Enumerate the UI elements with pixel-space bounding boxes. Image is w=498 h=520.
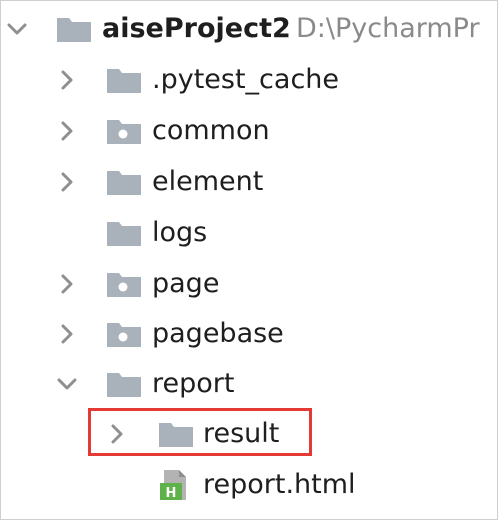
tree-item-label: logs	[152, 217, 208, 248]
package-folder-icon	[106, 320, 142, 348]
tree-item-report[interactable]: report	[0, 359, 498, 409]
tree-item-page[interactable]: page	[0, 259, 498, 309]
svg-text:H: H	[166, 486, 177, 501]
chevron-down-icon[interactable]	[56, 373, 78, 395]
tree-item-label: .pytest_cache	[152, 64, 340, 95]
tree-item-element[interactable]: element	[0, 157, 498, 207]
chevron-right-icon[interactable]	[56, 171, 78, 193]
folder-icon	[106, 168, 142, 196]
project-name: aiseProject2	[102, 13, 291, 44]
highlight-box	[88, 408, 312, 456]
tree-item-label: element	[152, 166, 264, 197]
tree-item-pytest-cache[interactable]: .pytest_cache	[0, 55, 498, 105]
project-path: D:\PycharmPr	[296, 13, 480, 44]
html-file-icon: H	[158, 468, 192, 502]
folder-icon	[106, 66, 142, 94]
chevron-right-icon[interactable]	[56, 323, 78, 345]
folder-icon	[56, 15, 92, 43]
chevron-down-icon[interactable]	[6, 18, 28, 40]
package-folder-icon	[106, 117, 142, 145]
tree-item-report-html[interactable]: H report.html	[0, 460, 498, 510]
package-folder-icon	[106, 270, 142, 298]
tree-row-project-root[interactable]: aiseProject2 D:\PycharmPr	[0, 4, 498, 54]
folder-icon	[106, 219, 142, 247]
folder-icon	[106, 370, 142, 398]
tree-item-label: report.html	[203, 469, 356, 500]
tree-item-common[interactable]: common	[0, 106, 498, 156]
tree-item-label: report	[152, 368, 235, 399]
chevron-right-icon[interactable]	[56, 120, 78, 142]
tree-item-pagebase[interactable]: pagebase	[0, 309, 498, 359]
chevron-right-icon[interactable]	[56, 273, 78, 295]
tree-item-label: common	[152, 115, 270, 146]
chevron-right-icon[interactable]	[56, 69, 78, 91]
tree-item-label: pagebase	[152, 318, 284, 349]
tree-item-label: page	[152, 268, 220, 299]
tree-item-logs[interactable]: logs	[0, 208, 498, 258]
